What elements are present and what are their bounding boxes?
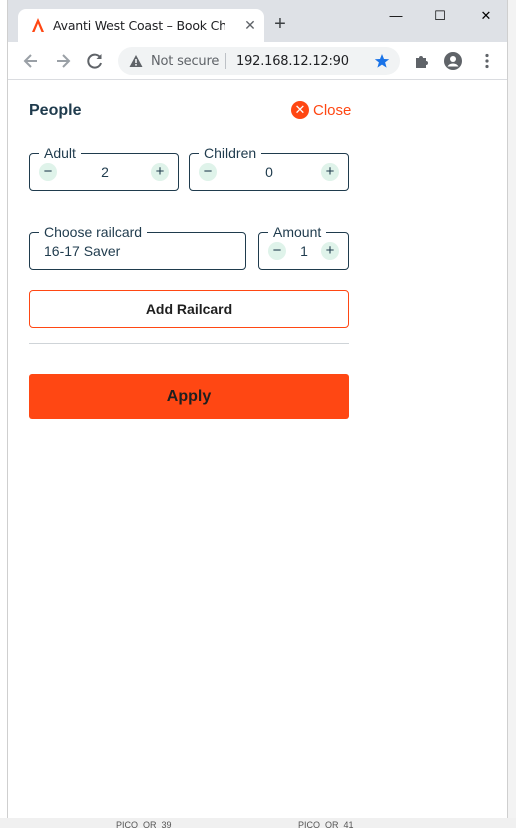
tab-close-icon[interactable]: ✕	[242, 17, 258, 33]
window-close-button[interactable]: ✕	[471, 6, 501, 26]
apply-button[interactable]: Apply	[29, 374, 349, 419]
close-button[interactable]: ✕ Close	[291, 100, 351, 120]
profile-icon[interactable]	[444, 52, 462, 70]
adult-stepper: Adult − 2 +	[29, 144, 179, 191]
reload-icon[interactable]	[85, 51, 105, 71]
page-title: People	[29, 102, 82, 119]
amount-count: 1	[300, 243, 308, 259]
add-railcard-button[interactable]: Add Railcard	[29, 290, 349, 328]
children-count: 0	[265, 164, 273, 180]
railcard-value[interactable]: 16-17 Saver	[44, 243, 120, 259]
omnibox-separator	[225, 53, 226, 69]
close-label[interactable]: Close	[313, 102, 351, 119]
amount-label: Amount	[268, 223, 327, 241]
children-stepper: Children − 0 +	[189, 144, 349, 191]
tab-title: Avanti West Coast – Book Cheap	[53, 18, 225, 33]
star-icon[interactable]	[374, 53, 390, 69]
address-bar[interactable]: Not secure 192.168.12.12:90	[118, 47, 400, 75]
adult-label: Adult	[39, 144, 81, 162]
divider	[29, 343, 349, 344]
children-label: Children	[199, 144, 262, 162]
close-icon[interactable]: ✕	[291, 101, 309, 119]
railcard-label: Choose railcard	[39, 223, 148, 241]
amount-stepper: Amount − 1 +	[258, 223, 349, 270]
forward-arrow-icon[interactable]	[53, 51, 73, 71]
url-text[interactable]: 192.168.12.12:90	[236, 54, 349, 69]
tab-strip: Avanti West Coast – Book Cheap ✕ + — ☐ ✕	[8, 0, 507, 42]
browser-tab[interactable]: Avanti West Coast – Book Cheap ✕	[18, 9, 264, 42]
adult-count: 2	[101, 164, 109, 180]
puzzle-icon[interactable]	[413, 52, 431, 70]
security-status-text[interactable]: Not secure	[151, 54, 219, 69]
back-arrow-icon[interactable]	[21, 51, 41, 71]
amount-minus-button[interactable]: −	[268, 242, 286, 260]
children-minus-button[interactable]: −	[199, 163, 217, 181]
desktop-background-right	[508, 0, 516, 828]
background-text-right: PICO_OR_41	[298, 820, 354, 828]
adult-minus-button[interactable]: −	[39, 163, 57, 181]
railcard-select[interactable]: Choose railcard 16-17 Saver	[29, 223, 246, 270]
minimize-button[interactable]: —	[381, 6, 411, 26]
browser-toolbar: Not secure 192.168.12.12:90	[8, 42, 507, 80]
amount-plus-button[interactable]: +	[321, 242, 339, 260]
avanti-logo-icon	[32, 18, 44, 32]
adult-plus-button[interactable]: +	[151, 163, 169, 181]
maximize-button[interactable]: ☐	[425, 6, 455, 26]
children-plus-button[interactable]: +	[321, 163, 339, 181]
kebab-menu-icon[interactable]	[478, 52, 496, 70]
browser-window: Avanti West Coast – Book Cheap ✕ + — ☐ ✕…	[7, 0, 508, 818]
new-tab-button[interactable]: +	[270, 14, 290, 34]
warning-icon[interactable]	[129, 54, 143, 68]
background-text-left: PICO_OR_39	[116, 820, 172, 828]
desktop-background-bottom: PICO_OR_39 PICO_OR_41	[0, 818, 516, 828]
page-content: People ✕ Close Adult − 2 + Children − 0 …	[8, 81, 507, 818]
